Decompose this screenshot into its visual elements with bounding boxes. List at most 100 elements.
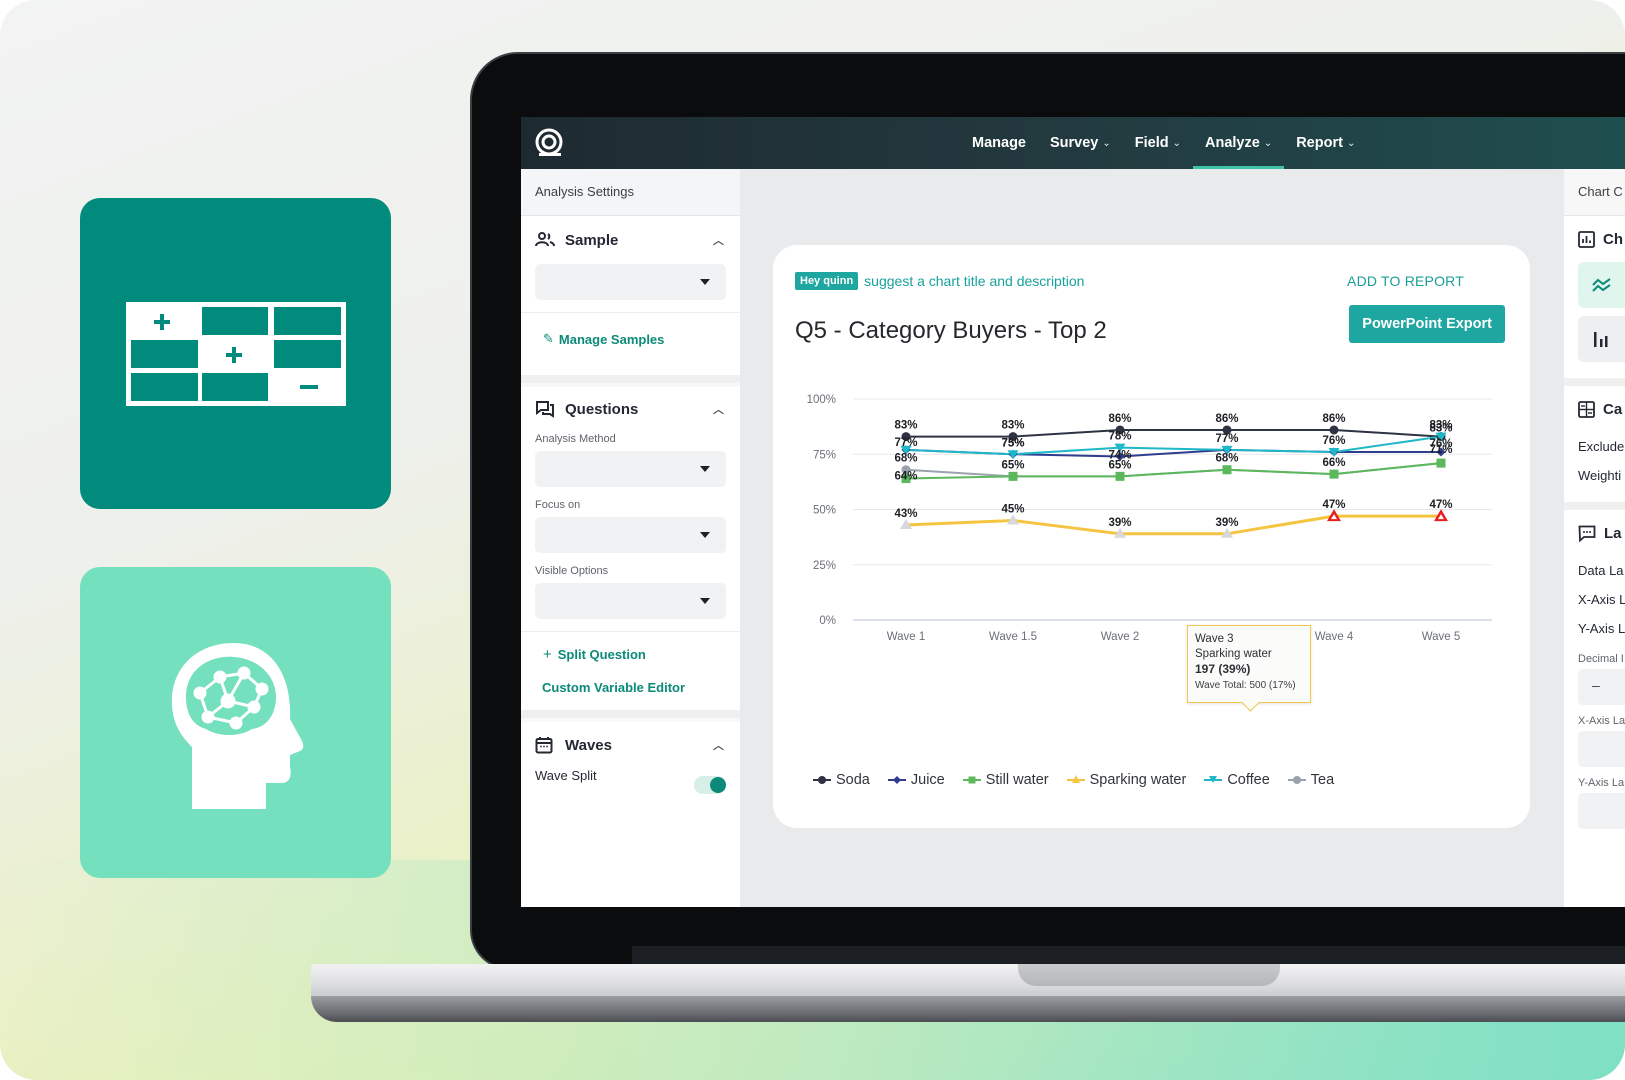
legend-marker-icon <box>1287 776 1306 784</box>
tooltip-wave: Wave 3 <box>1195 633 1234 645</box>
calculator-icon <box>1578 400 1595 418</box>
data-label: 39% <box>1108 517 1131 529</box>
legend-label: Juice <box>910 772 945 788</box>
legend-item-tea[interactable]: Tea <box>1287 772 1334 788</box>
chart-type-header[interactable]: Ch <box>1578 216 1625 262</box>
x-axis-labels-option[interactable]: X-Axis L <box>1578 585 1625 614</box>
sample-title: Sample <box>565 231 619 249</box>
chart-config-title: Chart C <box>1564 169 1625 216</box>
visible-options-select[interactable] <box>535 583 726 619</box>
data-label: 77% <box>1215 433 1238 445</box>
questions-title: Questions <box>565 400 639 418</box>
chevron-up-icon[interactable]: ︿ <box>713 232 724 248</box>
data-point <box>1329 469 1339 479</box>
series-line-sparking-water <box>905 514 1441 536</box>
waves-section-header[interactable]: Waves ︿ <box>535 722 726 768</box>
y-tick-label: 50% <box>813 505 836 517</box>
waves-section: Waves ︿ Wave Split <box>521 722 740 907</box>
data-label: 64% <box>894 471 917 483</box>
wave-split-toggle[interactable] <box>694 776 726 794</box>
legend-item-still-water[interactable]: Still water <box>962 772 1049 788</box>
weighting-option[interactable]: Weighti <box>1578 461 1625 490</box>
legend-item-sparking-water[interactable]: Sparking water <box>1066 772 1187 788</box>
calculations-title: Ca <box>1603 400 1623 418</box>
custom-variable-editor-link[interactable]: Custom Variable Editor <box>535 670 726 704</box>
chart-config-panel: Chart C Ch Ca Exclude Weighti La Data La… <box>1564 169 1625 907</box>
x-tick-label: Wave 1.5 <box>989 631 1037 643</box>
y-axis-label-label: Y-Axis La <box>1578 777 1625 789</box>
data-point <box>1008 471 1018 481</box>
panel-title: Analysis Settings <box>521 169 740 216</box>
data-label: 76% <box>1322 435 1345 447</box>
bar-chart-type-button[interactable] <box>1578 316 1625 362</box>
chevron-up-icon[interactable]: ︿ <box>713 401 724 417</box>
series-line-soda <box>906 428 1442 438</box>
y-axis-label-input[interactable] <box>1578 793 1625 829</box>
data-label: 86% <box>1322 413 1345 425</box>
nav-field[interactable]: Field ⌄ <box>1123 117 1193 169</box>
chart-tooltip: Wave 3 Sparking water 197 (39%) Wave Tot… <box>1187 625 1311 703</box>
data-point <box>1115 471 1125 481</box>
laptop-base <box>311 964 1625 998</box>
legend-label: Still water <box>985 772 1049 788</box>
split-question-label: Split Question <box>557 646 646 662</box>
nav-menu: Manage Survey ⌄ Field ⌄ Analyze ⌄ Report ⌄ <box>960 117 1367 169</box>
labels-section: La Data La X-Axis L Y-Axis L Decimal I –… <box>1564 510 1625 907</box>
questions-section-header[interactable]: Questions ︿ <box>535 387 726 431</box>
laptop-hinge <box>632 946 1625 966</box>
analysis-method-select[interactable] <box>535 451 726 487</box>
exclude-option[interactable]: Exclude <box>1578 432 1625 461</box>
decimal-places-input[interactable]: – <box>1578 669 1625 705</box>
line-chart-type-button[interactable] <box>1578 262 1625 308</box>
labels-header[interactable]: La <box>1578 510 1625 556</box>
y-axis-labels-option[interactable]: Y-Axis L <box>1578 614 1625 643</box>
nav-manage-label: Manage <box>972 135 1026 151</box>
laptop-base-lower <box>311 996 1625 1022</box>
quinn-suggestion[interactable]: Hey quinn suggest a chart title and desc… <box>795 272 1084 290</box>
calculations-header[interactable]: Ca <box>1578 386 1625 432</box>
quinn-suggestion-link[interactable]: suggest a chart title and description <box>864 273 1084 289</box>
tooltip-count: 197 (39%) <box>1195 662 1251 676</box>
chart-type-section: Ch <box>1564 216 1625 386</box>
brain-head-icon <box>171 642 303 809</box>
nav-analyze-label: Analyze <box>1205 135 1260 151</box>
data-label: 71% <box>1429 444 1452 456</box>
data-label: 65% <box>1001 459 1024 471</box>
focus-on-label: Focus on <box>535 499 581 511</box>
nav-survey[interactable]: Survey ⌄ <box>1038 117 1123 169</box>
focus-on-select[interactable] <box>535 517 726 553</box>
add-to-report-button[interactable]: ADD TO REPORT <box>1347 273 1464 289</box>
nav-report[interactable]: Report ⌄ <box>1284 117 1367 169</box>
powerpoint-export-button[interactable]: PowerPoint Export <box>1349 305 1505 343</box>
sample-section-header[interactable]: Sample ︿ <box>535 216 726 264</box>
nav-analyze[interactable]: Analyze ⌄ <box>1193 117 1285 169</box>
chart-legend: Soda Juice Still water Sparking water Coffee… <box>813 772 1334 788</box>
x-axis-label-input[interactable] <box>1578 731 1625 767</box>
data-label: 66% <box>1322 457 1345 469</box>
nav-survey-label: Survey <box>1050 135 1099 151</box>
data-label: 43% <box>894 508 917 520</box>
bar-chart-icon <box>1594 332 1608 347</box>
y-tick-label: 75% <box>813 449 836 461</box>
app-logo-icon[interactable] <box>533 127 565 159</box>
chevron-up-icon[interactable]: ︿ <box>713 737 724 753</box>
data-label: 86% <box>1215 413 1238 425</box>
split-question-button[interactable]: + Split Question <box>535 638 726 670</box>
tooltip-series: Sparking water <box>1195 648 1272 660</box>
legend-item-juice[interactable]: Juice <box>887 772 945 788</box>
ai-brain-feature-tile <box>80 567 391 878</box>
series-line-still-water <box>905 462 1442 480</box>
legend-item-coffee[interactable]: Coffee <box>1204 772 1270 788</box>
manage-samples-link[interactable]: ✎ Manage Samples <box>535 313 726 365</box>
legend-item-soda[interactable]: Soda <box>813 772 870 788</box>
nav-manage[interactable]: Manage <box>960 117 1038 169</box>
analysis-settings-panel: Analysis Settings Sample ︿ ✎ Manage Samp… <box>521 169 740 907</box>
data-label: 68% <box>894 453 917 465</box>
x-tick-label: Wave 2 <box>1101 631 1140 643</box>
sample-section: Sample ︿ ✎ Manage Samples <box>521 216 740 383</box>
x-tick-label: Wave 5 <box>1422 631 1461 643</box>
legend-label: Sparking water <box>1089 772 1187 788</box>
sample-select[interactable] <box>535 264 726 300</box>
calendar-icon <box>535 736 557 754</box>
data-labels-option[interactable]: Data La <box>1578 556 1625 585</box>
